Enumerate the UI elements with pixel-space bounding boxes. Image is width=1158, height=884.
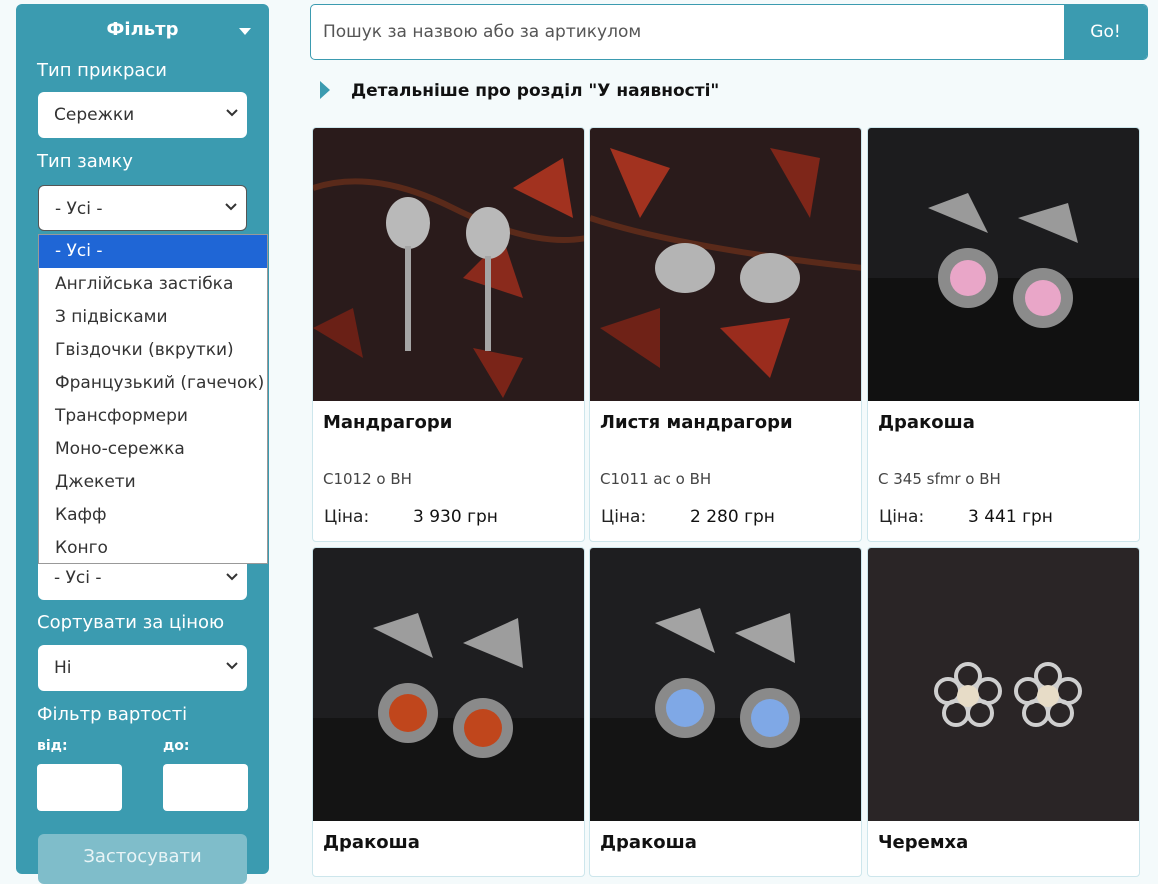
product-image[interactable] (313, 548, 585, 821)
dropdown-option[interactable]: Гвіздочки (вкрутки) (39, 334, 267, 367)
product-title[interactable]: Мандрагори (323, 412, 452, 433)
lock-type-dropdown[interactable]: - Усі - Англійська застібка З підвісками… (38, 234, 268, 564)
product-title[interactable]: Черемха (878, 832, 968, 853)
product-card[interactable]: Дракоша (312, 547, 585, 877)
price-filter-label: Фільтр вартості (37, 704, 188, 725)
lock-type-select[interactable]: - Усі - (38, 185, 247, 231)
price-label: Ціна: (601, 507, 647, 527)
product-card[interactable]: Дракоша (589, 547, 862, 877)
section-info-link[interactable]: Детальніше про розділ "У наявності" (351, 81, 719, 101)
product-title[interactable]: Дракоша (323, 832, 420, 853)
product-card[interactable]: Черемха (867, 547, 1140, 877)
lock-type-label: Тип замку (37, 151, 133, 172)
product-image[interactable] (590, 548, 862, 821)
triangle-right-icon (320, 81, 330, 99)
chevron-down-icon (226, 109, 238, 117)
dropdown-option[interactable]: Англійська застібка (39, 268, 267, 301)
sort-price-value: Ні (54, 658, 72, 678)
jewelry-type-select[interactable]: Сережки (38, 92, 247, 138)
product-card[interactable]: Листя мандрагори С1011 ас о ВН Ціна: 2 2… (589, 127, 862, 542)
product-image[interactable] (868, 548, 1140, 821)
product-title[interactable]: Дракоша (600, 832, 697, 853)
product-price: 3 930 грн (413, 507, 498, 527)
price-from-label: від: (37, 738, 68, 754)
sort-price-label: Сортувати за ціною (37, 612, 225, 633)
product-image[interactable] (313, 128, 585, 401)
jewelry-type-value: Сережки (54, 105, 135, 125)
chevron-down-icon (225, 203, 237, 211)
product-image[interactable] (590, 128, 862, 401)
filter-select-value: - Усі - (54, 568, 102, 588)
dropdown-option[interactable]: Французький (гачечок) (39, 367, 267, 400)
product-image[interactable] (868, 128, 1140, 401)
product-title[interactable]: Листя мандрагори (600, 412, 793, 433)
price-from-input[interactable] (37, 764, 122, 811)
product-code: С1012 о ВН (323, 470, 412, 488)
product-title[interactable]: Дракоша (878, 412, 975, 433)
dropdown-option[interactable]: Джекети (39, 466, 267, 499)
price-label: Ціна: (879, 507, 925, 527)
search-input[interactable] (311, 5, 1066, 59)
dropdown-option[interactable]: Моно-сережка (39, 433, 267, 466)
chevron-down-icon (226, 573, 238, 581)
caret-down-icon[interactable] (239, 28, 251, 35)
product-code: С1011 ас о ВН (600, 470, 712, 488)
sort-price-select[interactable]: Ні (38, 645, 247, 691)
price-to-input[interactable] (163, 764, 248, 811)
product-card[interactable]: Дракоша С 345 sfmr о ВН Ціна: 3 441 грн (867, 127, 1140, 542)
price-label: Ціна: (324, 507, 370, 527)
product-card[interactable]: Мандрагори С1012 о ВН Ціна: 3 930 грн (312, 127, 585, 542)
dropdown-option[interactable]: Конго (39, 532, 267, 565)
filter-title[interactable]: Фільтр (16, 19, 269, 40)
lock-type-value: - Усі - (55, 199, 103, 219)
price-to-label: до: (163, 738, 190, 754)
apply-button[interactable]: Застосувати (38, 834, 247, 884)
dropdown-option[interactable]: Кафф (39, 499, 267, 532)
dropdown-option[interactable]: - Усі - (39, 235, 267, 268)
jewelry-type-label: Тип прикраси (37, 60, 167, 81)
search-go-button[interactable]: Go! (1064, 5, 1147, 59)
dropdown-option[interactable]: З підвісками (39, 301, 267, 334)
product-code: С 345 sfmr о ВН (878, 470, 1001, 488)
chevron-down-icon (226, 662, 238, 670)
dropdown-option[interactable]: Трансформери (39, 400, 267, 433)
product-price: 3 441 грн (968, 507, 1053, 527)
search-bar: Go! (310, 4, 1148, 60)
product-price: 2 280 грн (690, 507, 775, 527)
